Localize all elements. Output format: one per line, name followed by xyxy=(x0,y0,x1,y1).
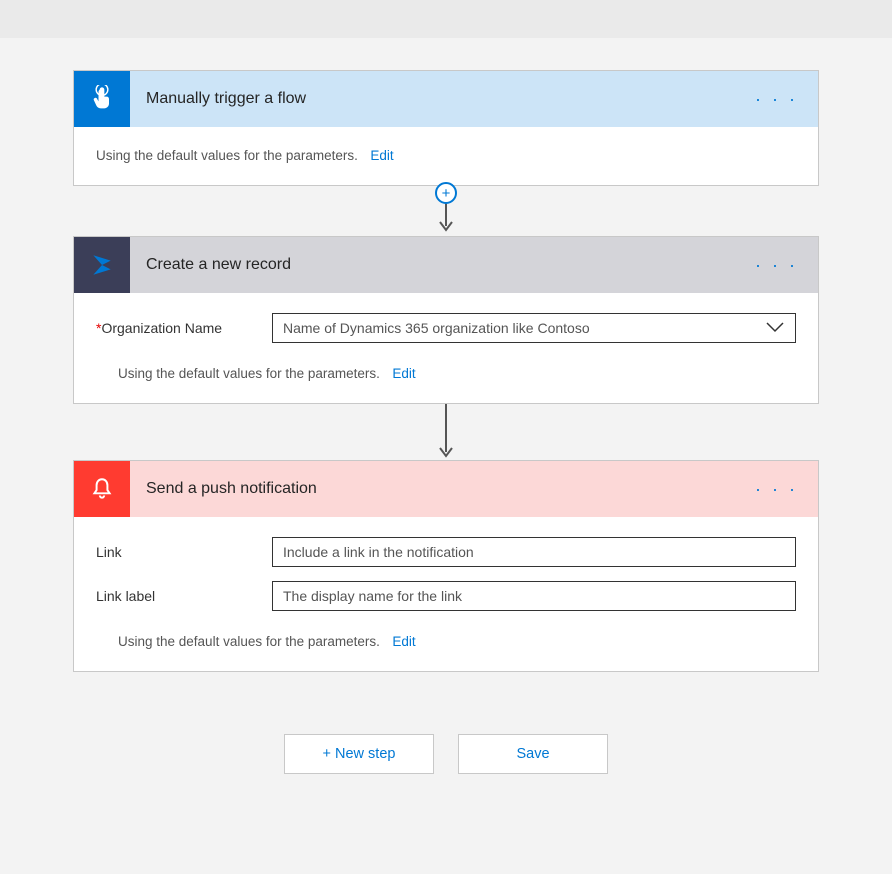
linklabel-label: Link label xyxy=(96,588,272,604)
push-notification-defaults: Using the default values for the paramet… xyxy=(96,625,796,651)
top-bar xyxy=(0,0,892,38)
create-record-defaults-text: Using the default values for the paramet… xyxy=(118,366,380,381)
step-trigger-header[interactable]: Manually trigger a flow · · · xyxy=(74,71,818,127)
create-record-defaults: Using the default values for the paramet… xyxy=(96,357,796,383)
footer-buttons: + New step Save xyxy=(284,734,608,774)
push-notification-defaults-text: Using the default values for the paramet… xyxy=(118,634,380,649)
link-row: Link xyxy=(96,537,796,567)
save-button[interactable]: Save xyxy=(458,734,608,774)
add-step-button[interactable]: + xyxy=(435,182,457,204)
linklabel-row: Link label xyxy=(96,581,796,611)
step-trigger-body: Using the default values for the paramet… xyxy=(74,127,818,185)
step-create-record: Create a new record · · · *Organization … xyxy=(73,236,819,404)
step-create-record-header[interactable]: Create a new record · · · xyxy=(74,237,818,293)
flow-container: Manually trigger a flow · · · Using the … xyxy=(0,38,892,774)
link-label: Link xyxy=(96,544,272,560)
step-trigger-menu[interactable]: · · · xyxy=(755,89,798,110)
step-push-notification-body: Link Link label Using the default values… xyxy=(74,517,818,671)
link-input[interactable] xyxy=(272,537,796,567)
touch-icon xyxy=(74,71,130,127)
step-push-notification-title: Send a push notification xyxy=(146,480,317,498)
org-name-row: *Organization Name xyxy=(96,313,796,343)
connector-add: + xyxy=(435,186,457,236)
step-create-record-title: Create a new record xyxy=(146,256,291,274)
step-push-notification: Send a push notification · · · Link Link… xyxy=(73,460,819,672)
org-name-label: *Organization Name xyxy=(96,320,272,336)
step-create-record-body: *Organization Name Using the default val… xyxy=(74,293,818,403)
step-push-notification-header[interactable]: Send a push notification · · · xyxy=(74,461,818,517)
org-name-input-wrap xyxy=(272,313,796,343)
step-trigger-title: Manually trigger a flow xyxy=(146,90,306,108)
create-record-edit-link[interactable]: Edit xyxy=(392,366,415,381)
arrow-down-icon xyxy=(436,404,456,460)
new-step-button[interactable]: + New step xyxy=(284,734,434,774)
arrow-down-icon xyxy=(436,202,456,234)
step-push-notification-menu[interactable]: · · · xyxy=(755,479,798,500)
connector-arrow xyxy=(436,404,456,460)
link-input-wrap xyxy=(272,537,796,567)
trigger-edit-link[interactable]: Edit xyxy=(370,148,393,163)
trigger-defaults-text: Using the default values for the paramet… xyxy=(96,148,358,163)
push-notification-edit-link[interactable]: Edit xyxy=(392,634,415,649)
step-trigger: Manually trigger a flow · · · Using the … xyxy=(73,70,819,186)
bell-icon xyxy=(74,461,130,517)
dynamics-icon xyxy=(74,237,130,293)
org-name-input[interactable] xyxy=(272,313,796,343)
step-create-record-menu[interactable]: · · · xyxy=(755,255,798,276)
linklabel-input-wrap xyxy=(272,581,796,611)
linklabel-input[interactable] xyxy=(272,581,796,611)
